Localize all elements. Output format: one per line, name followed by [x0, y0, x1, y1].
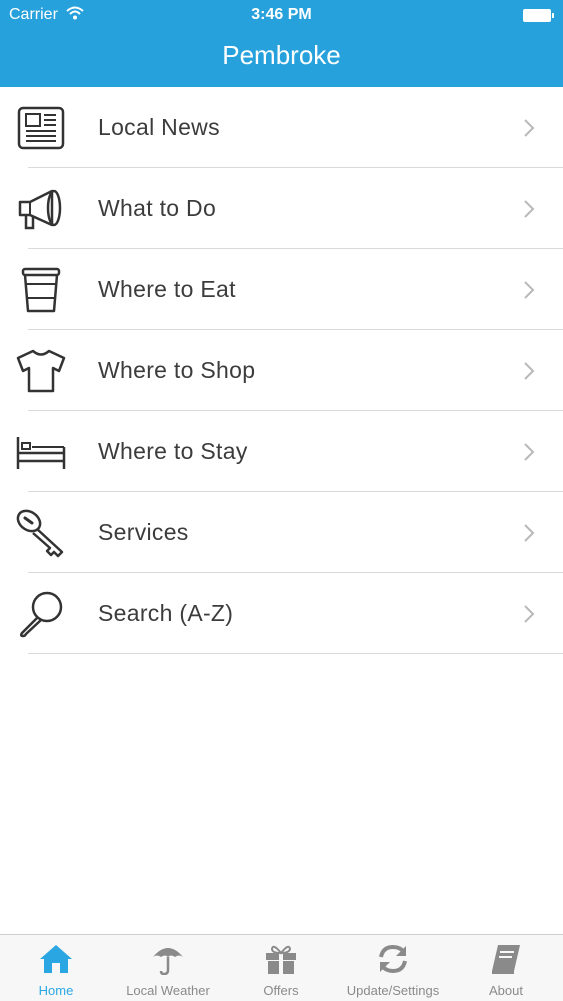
chevron-right-icon: [524, 362, 535, 380]
menu-item-where-to-shop[interactable]: Where to Shop: [0, 330, 563, 411]
page-title: Pembroke: [222, 40, 341, 70]
magnifier-icon: [19, 591, 63, 638]
tab-home[interactable]: Home: [0, 935, 112, 1001]
divider: [28, 653, 563, 654]
chevron-right-icon: [524, 119, 535, 137]
tab-offers[interactable]: Offers: [225, 935, 337, 1001]
umbrella-icon: [153, 948, 183, 975]
menu-item-label: What to Do: [98, 195, 217, 221]
chevron-right-icon: [524, 605, 535, 623]
battery-icon: [523, 9, 554, 22]
coffee-cup-icon: [21, 267, 61, 313]
megaphone-icon: [18, 189, 62, 230]
menu-item-what-to-do[interactable]: What to Do: [0, 168, 563, 249]
book-icon: [492, 945, 520, 974]
tab-local-weather[interactable]: Local Weather: [112, 935, 224, 1001]
menu-item-label: Where to Stay: [98, 438, 248, 464]
key-icon: [16, 509, 64, 558]
tab-label: About: [489, 983, 523, 998]
status-bar: Carrier 3:46 PM: [0, 0, 563, 30]
menu-item-where-to-eat[interactable]: Where to Eat: [0, 249, 563, 330]
chevron-right-icon: [524, 524, 535, 542]
tab-update-settings[interactable]: Update/Settings: [337, 935, 449, 1001]
tab-about[interactable]: About: [450, 935, 562, 1001]
menu-item-services[interactable]: Services: [0, 492, 563, 573]
menu-item-label: Search (A-Z): [98, 600, 234, 626]
nav-header: Carrier 3:46 PM Pembroke: [0, 0, 563, 87]
menu-item-label: Where to Shop: [98, 357, 256, 383]
menu-item-label: Where to Eat: [98, 276, 236, 302]
chevron-right-icon: [524, 443, 535, 461]
menu-item-local-news[interactable]: Local News: [0, 87, 563, 168]
menu-item-label: Services: [98, 519, 189, 545]
tshirt-icon: [16, 349, 66, 393]
menu-item-where-to-stay[interactable]: Where to Stay: [0, 411, 563, 492]
gift-icon: [266, 945, 296, 974]
bed-icon: [16, 437, 66, 469]
chevron-right-icon: [524, 200, 535, 218]
tab-bar: Home Local Weather Offers Update/Setting…: [0, 934, 563, 1001]
menu-item-search[interactable]: Search (A-Z): [0, 573, 563, 654]
menu-list: Local News What to Do Where to Eat Where…: [0, 87, 563, 654]
menu-item-label: Local News: [98, 114, 220, 140]
chevron-right-icon: [524, 281, 535, 299]
status-time: 3:46 PM: [251, 6, 312, 23]
home-icon: [40, 945, 72, 973]
newspaper-icon: [17, 106, 65, 150]
refresh-icon: [379, 944, 407, 974]
